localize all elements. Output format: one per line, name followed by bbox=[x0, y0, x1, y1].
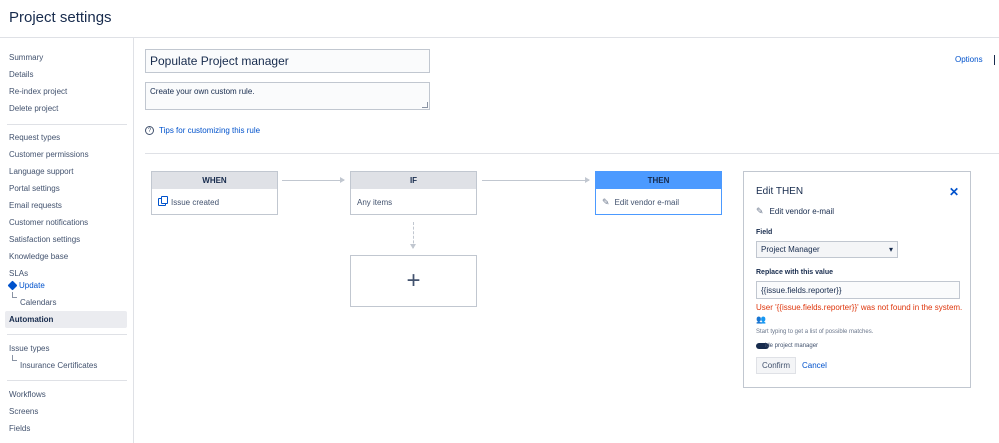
users-icon: 👥 bbox=[756, 315, 766, 324]
help-icon: ? bbox=[145, 126, 154, 135]
field-select[interactable]: Project Manager ▾ bbox=[756, 241, 898, 258]
then-card[interactable]: THEN ✎ Edit vendor e-mail bbox=[595, 171, 722, 215]
if-title: IF bbox=[351, 172, 476, 189]
sidebar-item-fields[interactable]: Fields bbox=[9, 424, 30, 433]
replace-value-input[interactable] bbox=[756, 281, 960, 299]
tree-connector bbox=[12, 292, 17, 298]
options-link[interactable]: Options bbox=[955, 55, 983, 64]
sidebar-item-knowledge-base[interactable]: Knowledge base bbox=[9, 252, 68, 261]
sidebar-item-calendars[interactable]: Calendars bbox=[20, 298, 56, 307]
panel-title: Edit THEN bbox=[756, 186, 804, 197]
field-label: Field bbox=[756, 229, 773, 236]
update-diamond-icon bbox=[7, 280, 18, 291]
sidebar-divider bbox=[7, 334, 127, 335]
sidebar-item-automation[interactable]: Automation bbox=[9, 315, 53, 324]
panel-subtitle-label: Edit vendor e-mail bbox=[769, 207, 835, 216]
panel-subtitle: ✎ Edit vendor e-mail bbox=[756, 206, 834, 217]
pencil-icon: ✎ bbox=[756, 206, 764, 216]
sidebar-item-update-label: Update bbox=[19, 281, 45, 290]
pencil-icon: ✎ bbox=[602, 196, 610, 207]
sidebar-item-language-support[interactable]: Language support bbox=[9, 167, 74, 176]
when-title: WHEN bbox=[152, 172, 277, 189]
sidebar-item-customer-permissions[interactable]: Customer permissions bbox=[9, 150, 89, 159]
sidebar-item-screens[interactable]: Screens bbox=[9, 407, 38, 416]
then-item: Edit vendor e-mail bbox=[614, 197, 680, 207]
options-divider bbox=[994, 55, 995, 65]
edit-then-panel: Edit THEN ✕ ✎ Edit vendor e-mail Field P… bbox=[743, 171, 971, 388]
issue-created-icon bbox=[158, 196, 168, 206]
add-step-button[interactable]: + bbox=[350, 255, 477, 307]
sidebar-item-portal-settings[interactable]: Portal settings bbox=[9, 184, 60, 193]
page-title: Project settings bbox=[9, 9, 112, 26]
tree-connector bbox=[12, 355, 17, 361]
sidebar-item-issue-types[interactable]: Issue types bbox=[9, 344, 49, 353]
sidebar-item-slas[interactable]: SLAs bbox=[9, 269, 28, 278]
header-divider bbox=[0, 37, 999, 38]
cancel-button[interactable]: Cancel bbox=[802, 357, 827, 374]
close-icon[interactable]: ✕ bbox=[949, 185, 959, 199]
replace-label: Replace with this value bbox=[756, 269, 834, 276]
sidebar-item-details[interactable]: Details bbox=[9, 70, 33, 79]
provide-text-label: ide project manager bbox=[765, 343, 819, 349]
sidebar-item-workflows[interactable]: Workflows bbox=[9, 390, 46, 399]
if-then-arrow bbox=[482, 177, 590, 183]
then-title: THEN bbox=[596, 172, 721, 189]
sidebar-item-email-requests[interactable]: Email requests bbox=[9, 201, 62, 210]
tips-label: Tips for customizing this rule bbox=[159, 126, 261, 135]
resize-handle[interactable] bbox=[422, 102, 428, 108]
hint-text: Start typing to get a list of possible m… bbox=[756, 329, 874, 335]
rule-description-input[interactable]: Create your own custom rule. bbox=[145, 82, 430, 110]
if-card[interactable]: IF Any items bbox=[350, 171, 477, 215]
sidebar: Summary Details Re-index project Delete … bbox=[0, 38, 134, 443]
sidebar-item-satisfaction-settings[interactable]: Satisfaction settings bbox=[9, 235, 80, 244]
sidebar-item-customer-notifications[interactable]: Customer notifications bbox=[9, 218, 88, 227]
field-select-value: Project Manager bbox=[761, 245, 820, 254]
sidebar-item-insurance-certificates[interactable]: Insurance Certificates bbox=[20, 361, 97, 370]
when-card[interactable]: WHEN Issue created bbox=[151, 171, 278, 215]
sidebar-item-delete-project[interactable]: Delete project bbox=[9, 104, 58, 113]
error-message: User '{{issue.fields.reporter}}' was not… bbox=[756, 303, 963, 312]
if-item: Any items bbox=[357, 197, 393, 207]
confirm-button[interactable]: Confirm bbox=[756, 357, 796, 374]
provide-text: ide project manager bbox=[756, 343, 818, 349]
sidebar-item-request-types[interactable]: Request types bbox=[9, 133, 60, 142]
flow-divider bbox=[145, 153, 999, 154]
sidebar-item-update[interactable]: Update bbox=[7, 280, 45, 291]
when-if-arrow bbox=[282, 177, 345, 183]
sidebar-divider bbox=[7, 124, 127, 125]
if-add-arrow bbox=[410, 222, 416, 249]
rule-name-input[interactable] bbox=[145, 49, 430, 73]
sidebar-item-summary[interactable]: Summary bbox=[9, 53, 43, 62]
tips-link[interactable]: ? Tips for customizing this rule bbox=[145, 126, 260, 135]
when-item: Issue created bbox=[171, 197, 220, 207]
sidebar-divider bbox=[7, 380, 127, 381]
chevron-down-icon: ▾ bbox=[888, 245, 893, 254]
sidebar-item-reindex[interactable]: Re-index project bbox=[9, 87, 67, 96]
